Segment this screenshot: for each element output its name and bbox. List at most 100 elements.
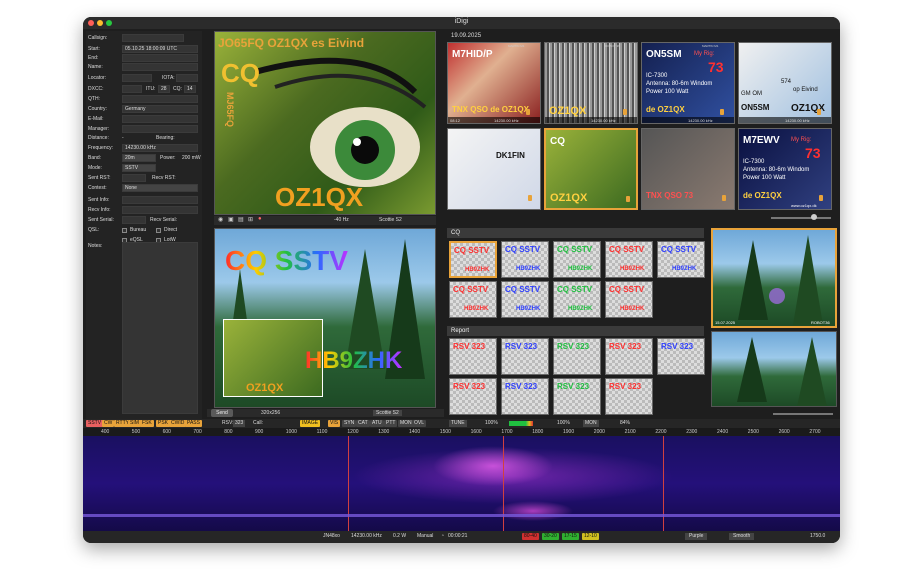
gallery-card-3[interactable]: GM OM574op EivindON5SMOZ1QX14230.00 kHzS… bbox=[738, 42, 832, 124]
tx-mode[interactable]: Scottie S2 bbox=[373, 410, 402, 416]
rsv-value[interactable]: 323 bbox=[233, 420, 246, 427]
itu-input[interactable]: 28 bbox=[158, 85, 170, 93]
cq-template-text: CQ SSTV bbox=[609, 285, 645, 294]
cq-input[interactable]: 14 bbox=[184, 85, 196, 93]
waterfall[interactable] bbox=[83, 436, 840, 531]
logbook-label-9: Manager: bbox=[88, 126, 110, 132]
report-template-6[interactable]: RSV 323 bbox=[501, 378, 549, 415]
cq-template-call: HB9ZHK bbox=[568, 306, 593, 312]
cq-template-4[interactable]: CQ SSTV HB9ZHK bbox=[657, 241, 705, 278]
logbook-field-16[interactable] bbox=[122, 196, 198, 204]
logbook-label-7: Country: bbox=[88, 106, 107, 112]
logbook-label-6: QTH: bbox=[88, 96, 100, 102]
waterfall-tick-1000: 1000 bbox=[285, 429, 297, 435]
logbook-label-18: Sent Serial: bbox=[88, 217, 114, 223]
band-tag-80-40[interactable]: 80-40 bbox=[522, 533, 539, 540]
logbook-panel: Callsign: Start: 05.10.25 18:00:09 UTC End:… bbox=[86, 31, 202, 433]
report-template-2[interactable]: RSV 323 bbox=[553, 338, 601, 375]
waterfall-tick-1300: 1300 bbox=[378, 429, 390, 435]
gallery-slider-knob[interactable] bbox=[811, 214, 817, 220]
logbook-label-8: E-Mail: bbox=[88, 116, 104, 122]
cq-template-6[interactable]: CQ SSTV HB9ZHK bbox=[501, 281, 549, 318]
received-image[interactable]: JO65FQ OZ1QX es Eivind CQ MJ65FQ OZ1QX bbox=[214, 31, 436, 215]
report-template-1[interactable]: RSV 323 bbox=[501, 338, 549, 375]
logbook-field-8[interactable] bbox=[122, 115, 198, 123]
logbook-field-1[interactable]: 05.10.25 18:00:09 UTC bbox=[122, 45, 198, 53]
camera-icon[interactable]: ◉ bbox=[218, 216, 223, 223]
contest-select[interactable]: None bbox=[122, 184, 198, 192]
cq-template-8[interactable]: CQ SSTV HB9ZHK bbox=[605, 281, 653, 318]
logbook-label-12: Band: bbox=[88, 155, 102, 161]
logbook-label-14: Sent RST: bbox=[88, 175, 111, 181]
mode-tag-psk[interactable]: PSK bbox=[156, 420, 171, 427]
cq-template-5[interactable]: CQ SSTV HB9ZHK bbox=[449, 281, 497, 318]
cq-template-7[interactable]: CQ SSTV HB9ZHK bbox=[553, 281, 601, 318]
logbook-field-17[interactable] bbox=[122, 206, 198, 214]
gallery-card-7[interactable]: M7EWV My Rig: 73 IC-7300 Antenna: 80-6m Wind… bbox=[738, 128, 832, 210]
gallery-card-title: DK1FIN bbox=[496, 151, 525, 160]
iota-input[interactable] bbox=[176, 74, 198, 82]
gallery-card-op: op Eivind bbox=[793, 87, 818, 93]
preview-slider[interactable] bbox=[773, 413, 833, 415]
logbook-field-3[interactable] bbox=[122, 63, 198, 71]
cq-template-text: CQ SSTV bbox=[454, 246, 490, 255]
gallery-card-header: MARTIN M1 bbox=[508, 44, 525, 48]
gallery-slider[interactable] bbox=[771, 217, 831, 219]
transmit-image[interactable]: CQ SSTV OZ1QX HB9ZHK bbox=[214, 228, 436, 408]
dxcc-input[interactable] bbox=[122, 85, 142, 93]
report-template-8[interactable]: RSV 323 bbox=[605, 378, 653, 415]
mode-tag-cw[interactable]: CW bbox=[102, 420, 115, 427]
mode-tag-cwid[interactable]: CWID bbox=[169, 420, 187, 427]
gallery-card-6[interactable]: TNX QSO 73 bbox=[641, 128, 735, 210]
locator-input[interactable] bbox=[122, 74, 152, 82]
mode-tag-pass[interactable]: PASS bbox=[185, 420, 202, 427]
logbook-field-2[interactable] bbox=[122, 54, 198, 62]
qsl-checkbox-1[interactable] bbox=[156, 228, 161, 233]
band-select[interactable]: 20m bbox=[122, 154, 156, 162]
notes-textarea[interactable] bbox=[122, 242, 198, 414]
cq-template-text: CQ SSTV bbox=[557, 245, 593, 254]
preview-image-2[interactable] bbox=[711, 331, 837, 407]
mode-select[interactable]: SSTV bbox=[122, 164, 156, 172]
band-tag-17-15[interactable]: 17-15 bbox=[562, 533, 579, 540]
band-tag-12-10[interactable]: 12-10 bbox=[582, 533, 599, 540]
logbook-field-11[interactable]: 14230.00 kHz bbox=[122, 144, 198, 152]
gallery-card-2[interactable]: MARTIN M1 ON5SM My Rig: 73 IC-7300 Antenna: 8… bbox=[641, 42, 735, 124]
band-tag-30-20[interactable]: 30-20 bbox=[542, 533, 559, 540]
report-template-3[interactable]: RSV 323 bbox=[605, 338, 653, 375]
tx-inset-call: OZ1QX bbox=[246, 382, 284, 394]
folder-icon[interactable]: ▤ bbox=[238, 216, 244, 223]
palette-select[interactable]: Purple bbox=[685, 533, 708, 540]
logbook-field-6[interactable] bbox=[122, 95, 198, 103]
color-icon[interactable]: ● bbox=[258, 216, 262, 222]
mode-tag-sim[interactable]: SIM bbox=[128, 420, 141, 427]
report-template-5[interactable]: RSV 323 bbox=[449, 378, 497, 415]
save-icon[interactable]: ▣ bbox=[228, 216, 234, 223]
logbook-field-9[interactable] bbox=[122, 125, 198, 133]
qsl-checkbox-0[interactable] bbox=[122, 228, 127, 233]
report-template-0[interactable]: RSV 323 bbox=[449, 338, 497, 375]
tune-button[interactable]: TUNE bbox=[449, 420, 467, 427]
crop-icon[interactable]: ⊞ bbox=[248, 216, 253, 223]
gallery-card-1[interactable]: ROBOT 36OZ1QX14230.00 kHzScottie S2 bbox=[544, 42, 638, 124]
sent-serial-input[interactable] bbox=[122, 216, 146, 224]
logbook-field-7[interactable]: Germany bbox=[122, 105, 198, 113]
mon-button[interactable]: MON bbox=[583, 420, 599, 427]
gallery-card-0[interactable]: MARTIN M1 M7HID/P TNX QSO de OZ1QX 08:12 142… bbox=[447, 42, 541, 124]
mode-tag-sstv[interactable]: SSTV bbox=[86, 420, 104, 427]
mode-tag-fsk[interactable]: FSK bbox=[140, 420, 154, 427]
smooth-select[interactable]: Smooth bbox=[729, 533, 755, 540]
cq-template-3[interactable]: CQ SSTV HB9ZHK bbox=[605, 241, 653, 278]
gallery-card-freq: 14230.00 kHz bbox=[494, 118, 519, 123]
report-template-4[interactable]: RSV 323 bbox=[657, 338, 705, 375]
gallery-card-4[interactable]: DK1FIN bbox=[447, 128, 541, 210]
cq-template-2[interactable]: CQ SSTV HB9ZHK bbox=[553, 241, 601, 278]
callsign-input[interactable] bbox=[122, 34, 184, 42]
send-button[interactable]: Send bbox=[211, 409, 233, 417]
cq-template-1[interactable]: CQ SSTV HB9ZHK bbox=[501, 241, 549, 278]
gallery-card-5[interactable]: CQ OZ1QX bbox=[544, 128, 638, 210]
preview-image-1[interactable]: 15.07.2025 ROBOT36 bbox=[711, 228, 837, 328]
report-template-7[interactable]: RSV 323 bbox=[553, 378, 601, 415]
cq-template-0[interactable]: CQ SSTV HB9ZHK bbox=[449, 241, 497, 278]
sent-rst-input[interactable] bbox=[122, 174, 146, 182]
